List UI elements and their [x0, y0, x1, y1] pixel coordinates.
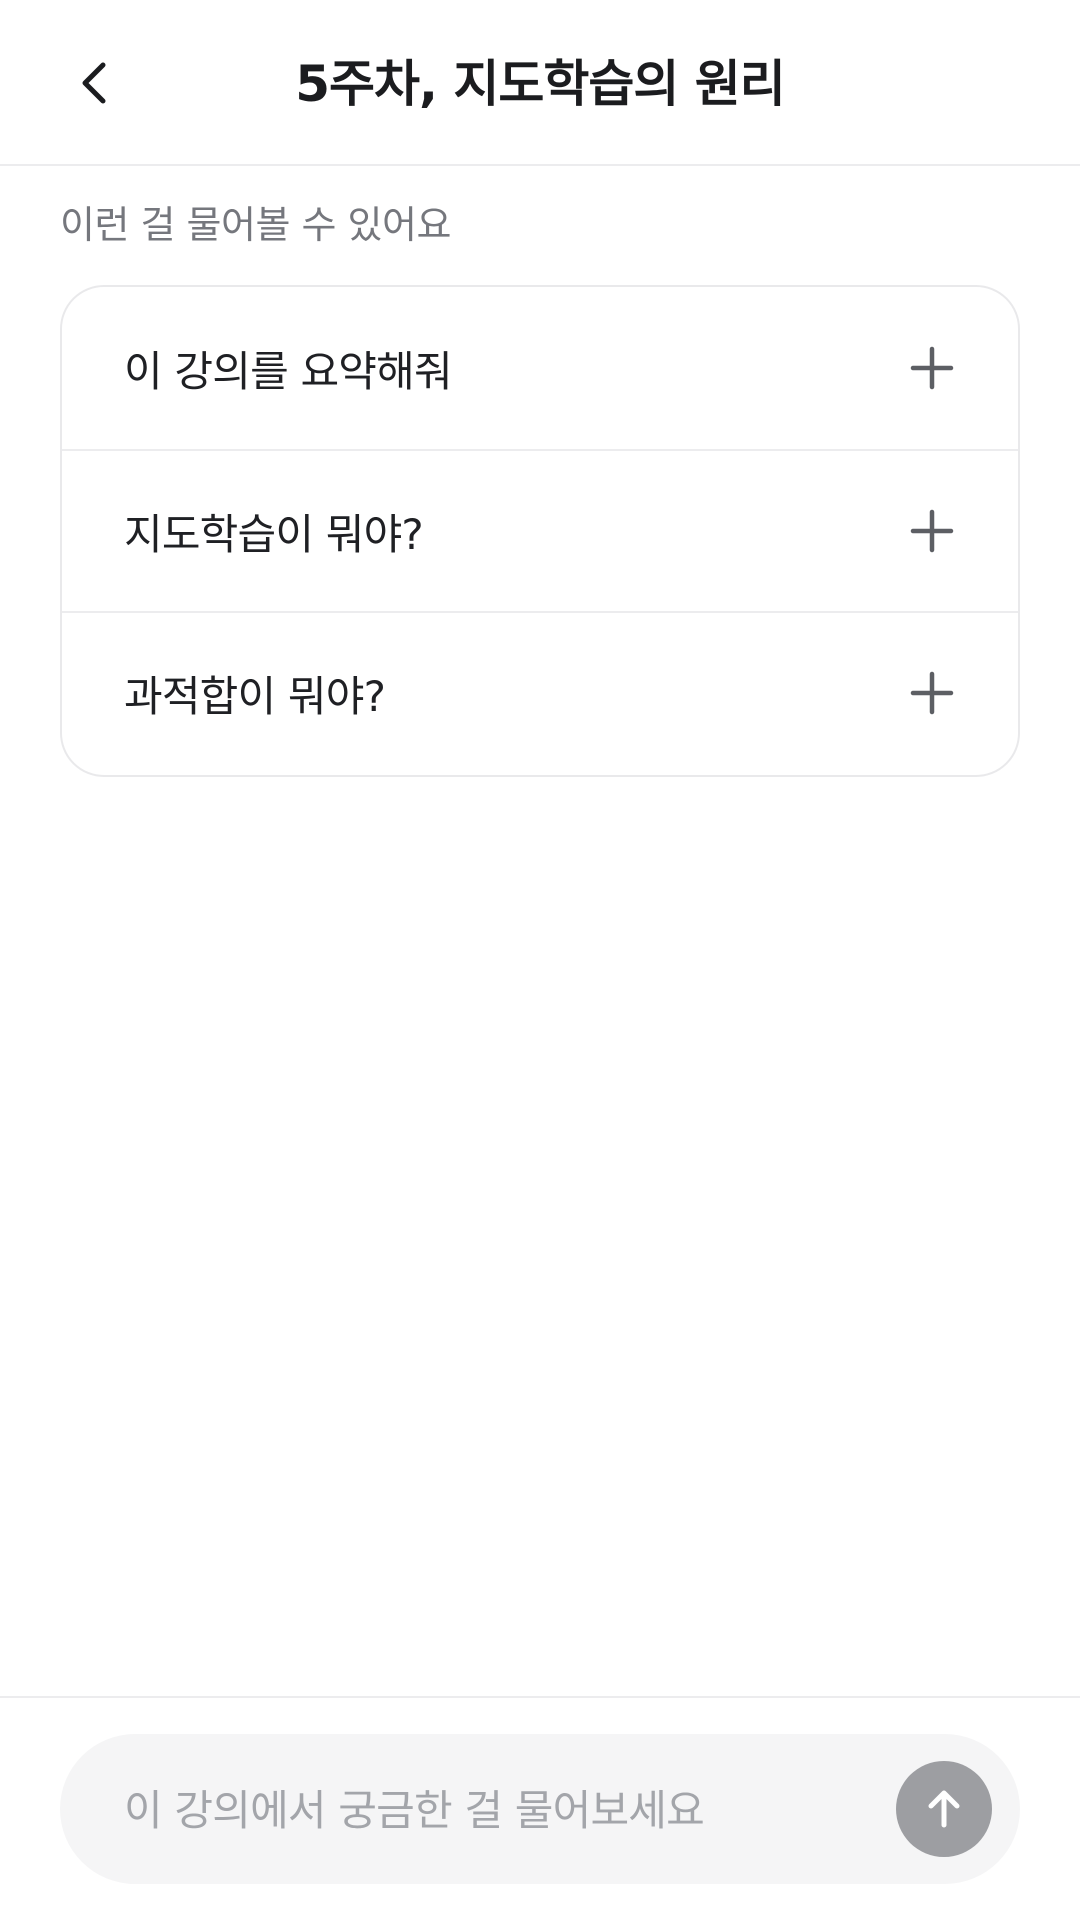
plus-icon — [910, 509, 954, 553]
add-suggestion-button[interactable] — [904, 503, 960, 559]
suggestion-label: 지도학습이 뭐야? — [124, 509, 424, 559]
suggestion-what-is-overfitting[interactable]: 과적합이 뭐야? — [62, 611, 1018, 773]
plus-icon — [910, 671, 954, 715]
suggestions-hint: 이런 걸 물어볼 수 있어요 — [60, 203, 451, 247]
page-title: 5주차, 지도학습의 원리 — [295, 55, 786, 113]
composer-bar — [0, 1696, 1080, 1920]
chevron-left-icon — [82, 62, 106, 104]
top-app-bar: 5주차, 지도학습의 원리 — [0, 0, 1080, 166]
plus-icon — [910, 346, 954, 390]
suggestion-summarize-lecture[interactable]: 이 강의를 요약해줘 — [62, 287, 1018, 449]
send-button[interactable] — [896, 1761, 992, 1857]
message-composer — [60, 1734, 1020, 1884]
suggestion-label: 과적합이 뭐야? — [124, 671, 386, 721]
question-input[interactable] — [122, 1769, 846, 1851]
suggestion-label: 이 강의를 요약해줘 — [124, 346, 453, 396]
suggestion-what-is-supervised-learning[interactable]: 지도학습이 뭐야? — [62, 449, 1018, 611]
arrow-up-icon — [928, 1790, 960, 1828]
chat-screen: 5주차, 지도학습의 원리 이런 걸 물어볼 수 있어요 이 강의를 요약해줘 … — [0, 0, 1080, 1920]
add-suggestion-button[interactable] — [904, 340, 960, 396]
suggested-questions-card: 이 강의를 요약해줘 지도학습이 뭐야? 과적합이 뭐야? — [60, 285, 1020, 777]
add-suggestion-button[interactable] — [904, 665, 960, 721]
back-button[interactable] — [55, 43, 135, 123]
